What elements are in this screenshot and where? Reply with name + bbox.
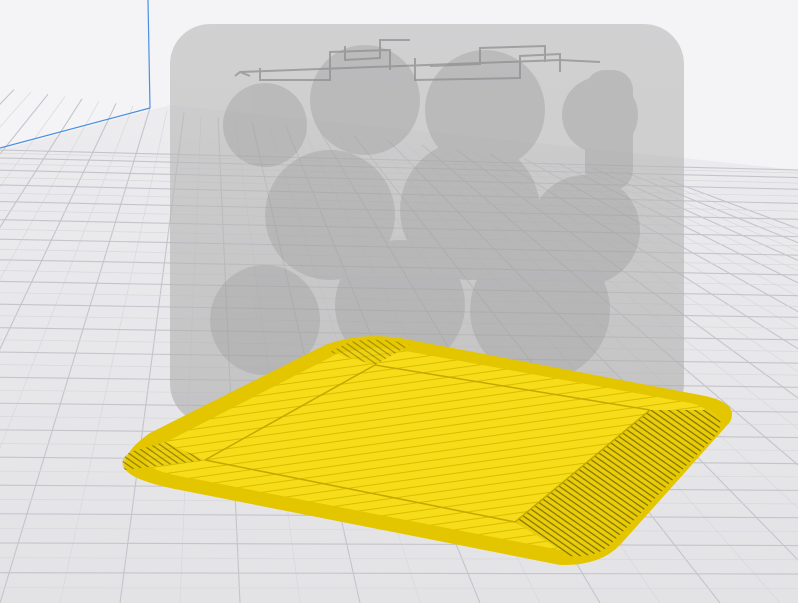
scene-canvas[interactable] [0,0,798,603]
3d-viewport[interactable] [0,0,798,603]
